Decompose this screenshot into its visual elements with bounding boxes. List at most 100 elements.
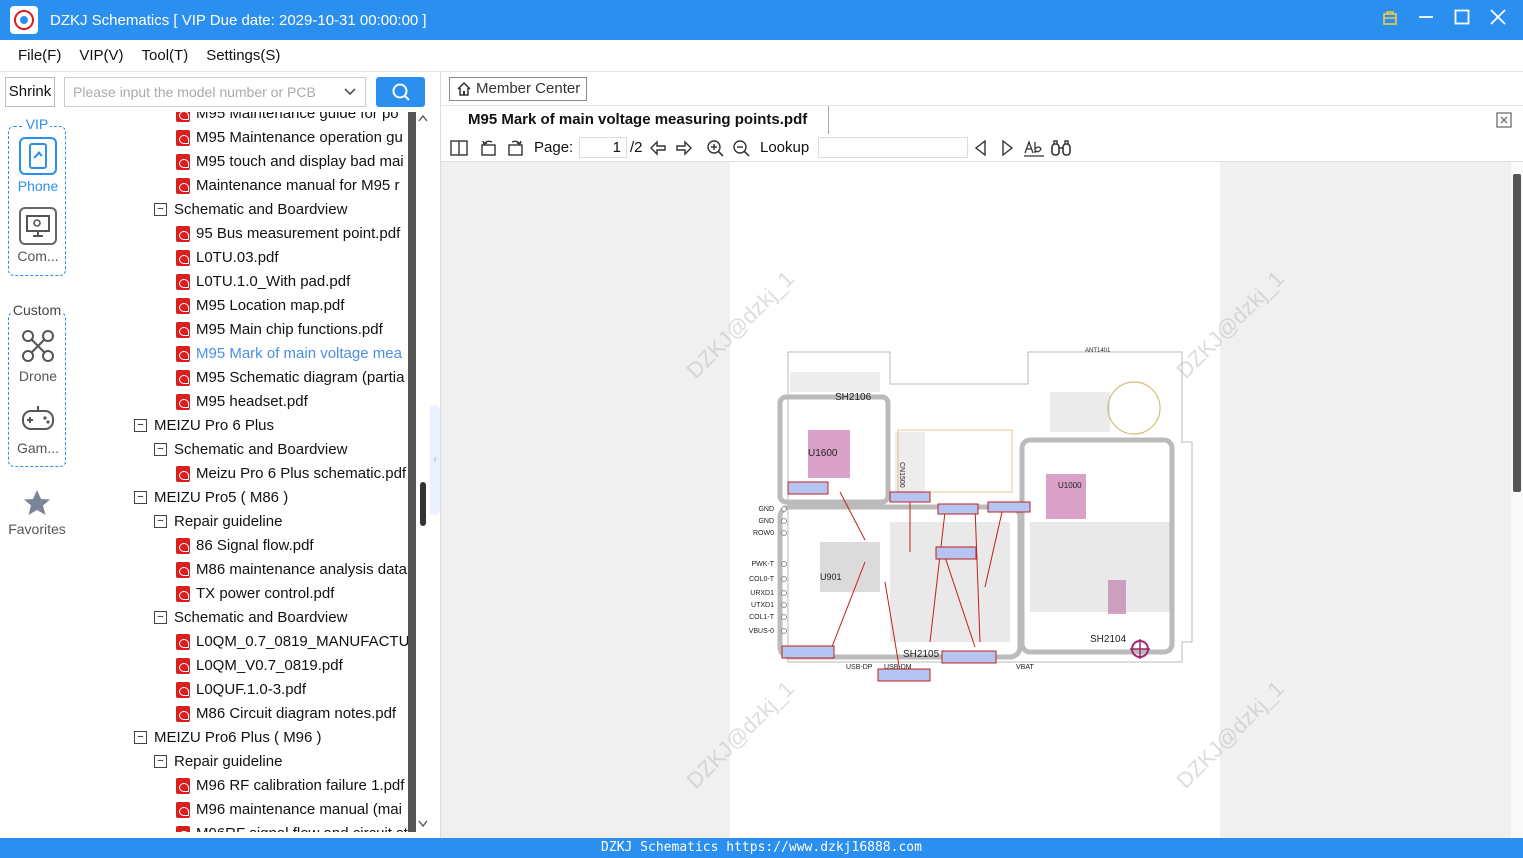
page-number-input[interactable]: 1: [579, 137, 627, 158]
tree-file-item[interactable]: M96 maintenance manual (mai: [74, 798, 408, 822]
match-case-icon[interactable]: [1023, 138, 1045, 162]
lock-icon[interactable]: [1379, 8, 1401, 30]
search-button[interactable]: [376, 77, 425, 107]
pdf-file-icon: [176, 826, 190, 832]
tree-file-item[interactable]: L0TU.03.pdf: [74, 246, 408, 270]
title-bar: DZKJ Schematics [ VIP Due date: 2029-10-…: [0, 0, 1523, 40]
close-tab-icon[interactable]: [1495, 111, 1513, 134]
sidebar-item-phone[interactable]: Phone: [13, 137, 63, 194]
find-prev-icon[interactable]: [971, 138, 991, 162]
pdf-file-icon: [176, 658, 190, 674]
board-label: CN1500: [898, 462, 905, 488]
viewer-scrollbar-thumb[interactable]: [1513, 174, 1521, 492]
menu-vip[interactable]: VIP(V): [79, 47, 123, 64]
menu-file[interactable]: File(F): [18, 47, 61, 64]
pdf-file-icon: [176, 682, 190, 698]
tree-item-label: L0TU.03.pdf: [196, 249, 279, 266]
tree-file-item[interactable]: M95 touch and display bad mai: [74, 150, 408, 174]
tree-item-label: 86 Signal flow.pdf: [196, 537, 314, 554]
find-next-icon[interactable]: [997, 138, 1017, 162]
collapse-panel-handle[interactable]: ‹: [430, 405, 440, 515]
close-icon[interactable]: [1487, 8, 1509, 30]
tree-file-item[interactable]: M95 Location map.pdf: [74, 294, 408, 318]
viewer-scrollbar[interactable]: [1511, 162, 1523, 838]
tree-item-label: Maintenance manual for M95 r: [196, 177, 400, 194]
collapse-toggle-icon[interactable]: −: [154, 755, 167, 768]
collapse-toggle-icon[interactable]: −: [134, 491, 147, 504]
tree-folder-item[interactable]: − Schematic and Boardview: [74, 606, 408, 630]
tree-file-item[interactable]: M95 Schematic diagram (partia: [74, 366, 408, 390]
minimize-icon[interactable]: [1415, 8, 1437, 30]
sidebar-item-favorites[interactable]: Favorites: [4, 488, 70, 537]
tree-file-item[interactable]: 86 Signal flow.pdf: [74, 534, 408, 558]
tree-file-item[interactable]: L0QUF.1.0-3.pdf: [74, 678, 408, 702]
tree-folder-item[interactable]: − MEIZU Pro5 ( M86 ): [74, 486, 408, 510]
tree-file-item[interactable]: M96 RF calibration failure 1.pdf: [74, 774, 408, 798]
prev-page-icon[interactable]: [648, 138, 668, 162]
tree-file-item[interactable]: M96RF signal flow and circuit st: [74, 822, 408, 832]
zoom-in-icon[interactable]: [705, 138, 725, 162]
tree-item-label: M86 maintenance analysis data: [196, 561, 407, 578]
whole-word-icon[interactable]: [1050, 138, 1072, 162]
zoom-out-icon[interactable]: [731, 138, 751, 162]
tree-folder-item[interactable]: − Repair guideline: [74, 510, 408, 534]
collapse-toggle-icon[interactable]: −: [154, 515, 167, 528]
tree-file-item[interactable]: M95 headset.pdf: [74, 390, 408, 414]
collapse-toggle-icon[interactable]: −: [134, 419, 147, 432]
tree-folder-item[interactable]: − Repair guideline: [74, 750, 408, 774]
tree-file-item[interactable]: L0TU.1.0_With pad.pdf: [74, 270, 408, 294]
model-search-input[interactable]: Please input the model number or PCB: [64, 77, 366, 107]
tree-folder-item[interactable]: − MEIZU Pro 6 Plus: [74, 414, 408, 438]
search-icon: [392, 83, 410, 101]
lookup-label: Lookup: [760, 139, 810, 156]
collapse-toggle-icon[interactable]: −: [134, 731, 147, 744]
member-center-button[interactable]: Member Center: [449, 77, 587, 101]
chevron-down-icon[interactable]: [343, 78, 357, 115]
board-label: VBUS-0: [749, 628, 774, 635]
pdf-file-icon: [176, 154, 190, 170]
gamepad-icon: [19, 399, 57, 437]
menu-tool[interactable]: Tool(T): [142, 47, 189, 64]
pcb-boardview-image: SH2106 SH2104 SH2105 U1600 U1000 U901 CN…: [749, 348, 1193, 682]
custom-group: Custom Drone Gam...: [8, 302, 66, 467]
tree-file-item[interactable]: Meizu Pro 6 Plus schematic.pdf: [74, 462, 408, 486]
tree-file-item[interactable]: L0QM_V0.7_0819.pdf: [74, 654, 408, 678]
tree-item-label: M95 Maintenance operation gu: [196, 129, 403, 146]
rotate-right-icon[interactable]: [505, 138, 525, 162]
tree-scrollbar-thumb[interactable]: [420, 482, 426, 526]
tree-file-item[interactable]: M95 Maintenance guide for po: [74, 112, 408, 126]
document-tab[interactable]: M95 Mark of main voltage measuring point…: [457, 106, 829, 134]
two-page-icon[interactable]: [449, 138, 469, 162]
board-label: U1600: [808, 448, 838, 459]
tree-file-item[interactable]: Maintenance manual for M95 r: [74, 174, 408, 198]
tree-file-item[interactable]: M95 Main chip functions.pdf: [74, 318, 408, 342]
collapse-toggle-icon[interactable]: −: [154, 443, 167, 456]
next-page-icon[interactable]: [674, 138, 694, 162]
collapse-toggle-icon[interactable]: −: [154, 203, 167, 216]
tree-item-label: Schematic and Boardview: [174, 201, 348, 218]
tree-folder-item[interactable]: − MEIZU Pro6 Plus ( M96 ): [74, 726, 408, 750]
tree-file-item[interactable]: M95 Maintenance operation gu: [74, 126, 408, 150]
app-logo-icon: [10, 6, 38, 34]
tree-file-item[interactable]: M95 Mark of main voltage mea: [74, 342, 408, 366]
tree-file-item[interactable]: M86 maintenance analysis data: [74, 558, 408, 582]
pdf-page[interactable]: DZKJ@dzkj_1 DZKJ@dzkj_1 DZKJ@dzkj_1 DZKJ…: [681, 162, 1289, 838]
lookup-input[interactable]: [818, 137, 968, 158]
sidebar-item-game[interactable]: Gam...: [13, 399, 63, 456]
tree-scrollbar[interactable]: [408, 112, 432, 832]
collapse-toggle-icon[interactable]: −: [154, 611, 167, 624]
maximize-icon[interactable]: [1451, 8, 1473, 30]
tree-folder-item[interactable]: − Schematic and Boardview: [74, 438, 408, 462]
tree-folder-item[interactable]: − Schematic and Boardview: [74, 198, 408, 222]
rotate-left-icon[interactable]: [479, 138, 499, 162]
tree-file-item[interactable]: M86 Circuit diagram notes.pdf: [74, 702, 408, 726]
tree-file-item[interactable]: 95 Bus measurement point.pdf: [74, 222, 408, 246]
sidebar-item-drone[interactable]: Drone: [13, 327, 63, 384]
tree-file-item[interactable]: L0QM_0.7_0819_MANUFACTURE: [74, 630, 408, 654]
scroll-down-icon[interactable]: [418, 820, 428, 828]
scroll-up-icon[interactable]: [418, 114, 428, 122]
shrink-button[interactable]: Shrink: [5, 77, 55, 107]
menu-settings[interactable]: Settings(S): [206, 47, 280, 64]
tree-file-item[interactable]: TX power control.pdf: [74, 582, 408, 606]
sidebar-item-computer[interactable]: Com...: [13, 207, 63, 264]
